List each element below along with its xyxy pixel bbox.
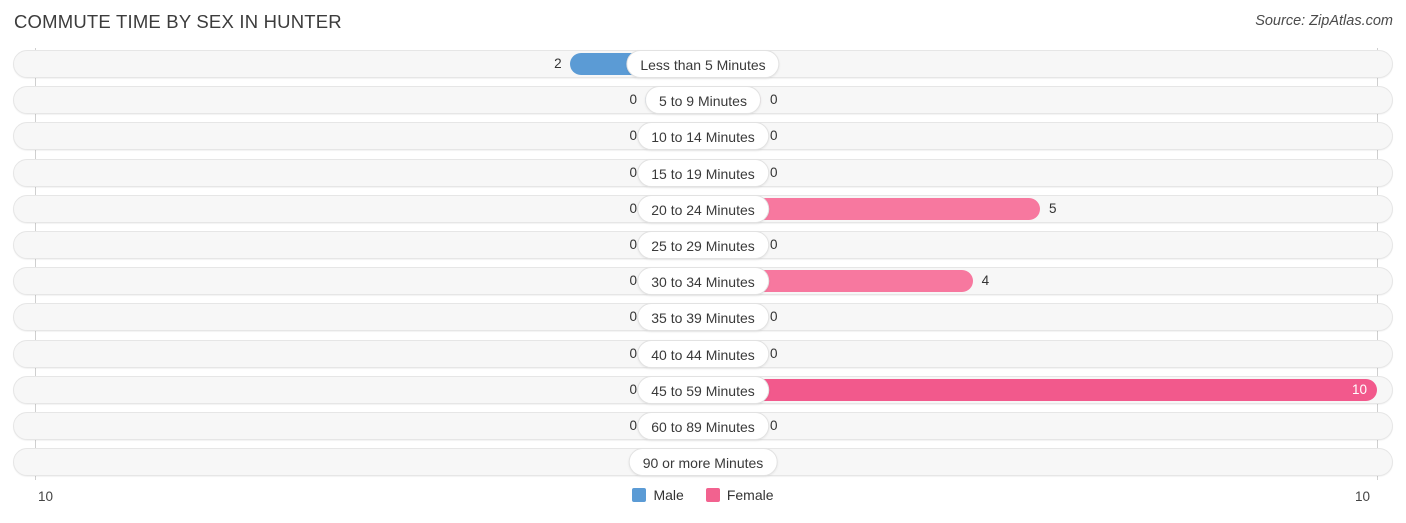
female-value-label: 0 bbox=[770, 128, 778, 144]
bar-row: 0 090 or more Minutes bbox=[0, 444, 1406, 480]
row-bars: 0 0 60 to 89 Minutes bbox=[0, 408, 1406, 444]
male-value-label: 0 bbox=[629, 273, 637, 289]
category-label-pill[interactable]: 30 to 34 Minutes bbox=[637, 267, 769, 296]
male-value-label: 0 bbox=[629, 92, 637, 108]
female-value-label: 0 bbox=[770, 92, 778, 108]
bar-row: 20Less than 5 Minutes bbox=[0, 46, 1406, 82]
bar-row: 0 5 20 to 24 Minutes bbox=[0, 191, 1406, 227]
row-bars: 0 5 20 to 24 Minutes bbox=[0, 191, 1406, 227]
bar-row: 0 0 10 to 14 Minutes bbox=[0, 118, 1406, 154]
chart-legend: Male Female bbox=[0, 487, 1406, 503]
row-bars: 0 4 30 to 34 Minutes bbox=[0, 263, 1406, 299]
row-bars: 0 0 40 to 44 Minutes bbox=[0, 336, 1406, 372]
row-bars: 0 0 25 to 29 Minutes bbox=[0, 227, 1406, 263]
row-bars: 0 0 15 to 19 Minutes bbox=[0, 155, 1406, 191]
legend-swatch-female-icon bbox=[705, 488, 720, 502]
bar-row: 0 10 45 to 59 Minutes bbox=[0, 372, 1406, 408]
female-value-label: 0 bbox=[770, 164, 778, 180]
female-bar[interactable] bbox=[703, 378, 1377, 401]
category-label-pill[interactable]: 60 to 89 Minutes bbox=[637, 411, 769, 440]
category-label-pill[interactable]: 90 or more Minutes bbox=[628, 448, 778, 477]
male-value-label: 0 bbox=[629, 128, 637, 144]
male-value-label: 0 bbox=[629, 345, 637, 361]
row-bars: 0 090 or more Minutes bbox=[0, 444, 1406, 480]
page-title: COMMUTE TIME BY SEX IN HUNTER bbox=[14, 11, 342, 32]
female-value-label: 0 bbox=[770, 417, 778, 433]
female-value-label: 0 bbox=[770, 345, 778, 361]
row-bars: 20Less than 5 Minutes bbox=[0, 46, 1406, 82]
bar-row: 0 0 15 to 19 Minutes bbox=[0, 155, 1406, 191]
legend-item-male[interactable]: Male bbox=[632, 487, 684, 503]
category-label-pill[interactable]: 25 to 29 Minutes bbox=[637, 230, 769, 259]
bar-row: 0 0 35 to 39 Minutes bbox=[0, 299, 1406, 335]
source-attribution: Source: ZipAtlas.com bbox=[1255, 13, 1393, 29]
male-value-label: 0 bbox=[629, 236, 637, 252]
chart-container: COMMUTE TIME BY SEX IN HUNTER Source: Zi… bbox=[0, 0, 1406, 523]
bar-row: 0 0 25 to 29 Minutes bbox=[0, 227, 1406, 263]
bar-row: 0 0 40 to 44 Minutes bbox=[0, 336, 1406, 372]
row-bars: 0 0 5 to 9 Minutes bbox=[0, 82, 1406, 118]
legend-item-female[interactable]: Female bbox=[705, 487, 774, 503]
bar-row: 0 4 30 to 34 Minutes bbox=[0, 263, 1406, 299]
legend-label-male: Male bbox=[653, 487, 684, 503]
female-value-label: 10 bbox=[1351, 381, 1367, 397]
bar-row: 0 0 5 to 9 Minutes bbox=[0, 82, 1406, 118]
chart-footer: 10 10 Male Female bbox=[0, 480, 1406, 523]
category-label-pill[interactable]: 45 to 59 Minutes bbox=[637, 375, 769, 404]
category-label-pill[interactable]: 5 to 9 Minutes bbox=[645, 86, 761, 115]
category-label-pill[interactable]: 10 to 14 Minutes bbox=[637, 122, 769, 151]
male-value-label: 0 bbox=[629, 200, 637, 216]
category-label-pill[interactable]: 35 to 39 Minutes bbox=[637, 303, 769, 332]
female-value-label: 0 bbox=[770, 236, 778, 252]
category-label-pill[interactable]: Less than 5 Minutes bbox=[626, 50, 780, 78]
female-value-label: 0 bbox=[770, 453, 832, 471]
male-value-label: 0 bbox=[629, 381, 637, 397]
category-label-pill[interactable]: 40 to 44 Minutes bbox=[637, 339, 769, 368]
bar-row: 0 0 60 to 89 Minutes bbox=[0, 408, 1406, 444]
male-value-label: 0 bbox=[629, 309, 637, 325]
male-value-label: 0 bbox=[629, 417, 637, 433]
row-bars: 0 0 35 to 39 Minutes bbox=[0, 299, 1406, 335]
row-bars: 0 10 45 to 59 Minutes bbox=[0, 372, 1406, 408]
male-value-label: 0 bbox=[575, 453, 637, 471]
female-value-label: 5 bbox=[1049, 200, 1057, 216]
legend-label-female: Female bbox=[726, 487, 774, 503]
legend-swatch-male-icon bbox=[632, 488, 647, 502]
female-value-label: 0 bbox=[770, 309, 778, 325]
category-label-pill[interactable]: 15 to 19 Minutes bbox=[637, 158, 769, 187]
bar-rows: 20Less than 5 Minutes005 to 9 Minutes001… bbox=[0, 46, 1406, 480]
chart-header: COMMUTE TIME BY SEX IN HUNTER Source: Zi… bbox=[0, 0, 1406, 46]
category-label-pill[interactable]: 20 to 24 Minutes bbox=[637, 194, 769, 223]
male-value-label: 2 bbox=[554, 56, 562, 71]
row-bars: 0 0 10 to 14 Minutes bbox=[0, 118, 1406, 154]
male-value-label: 0 bbox=[629, 164, 637, 180]
female-value-label: 4 bbox=[981, 273, 990, 289]
plot-area: 20Less than 5 Minutes005 to 9 Minutes001… bbox=[0, 46, 1406, 480]
